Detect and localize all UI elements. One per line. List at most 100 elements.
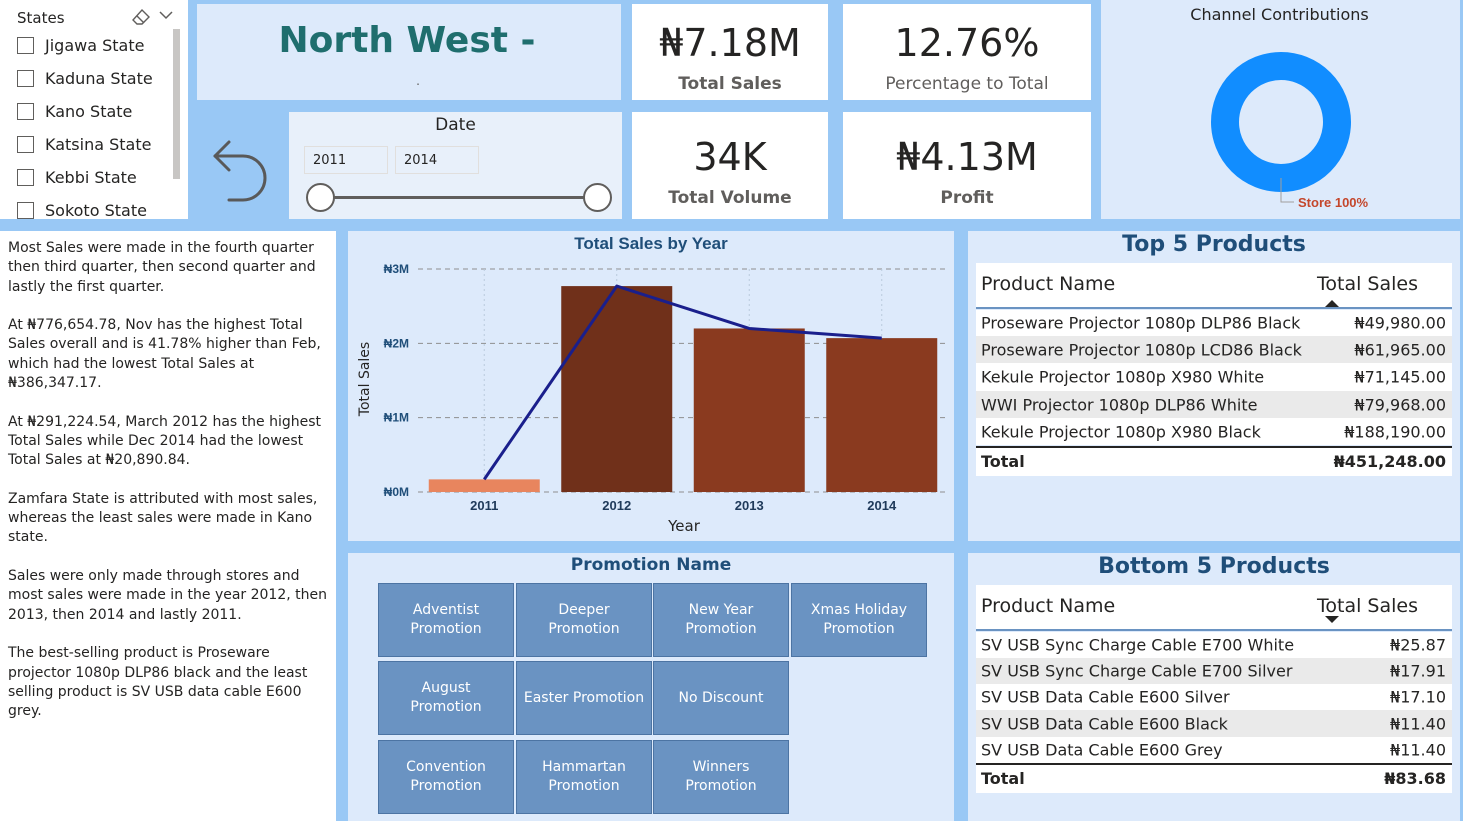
table-row[interactable]: SV USB Data Cable E600 Silver ₦17.10 [976, 684, 1452, 710]
table-row[interactable]: WWI Projector 1080p DLP86 White ₦79,968.0… [976, 391, 1452, 418]
date-start-input[interactable]: 2011 [304, 146, 388, 174]
total-volume-card: 34K Total Volume [632, 112, 828, 219]
checkbox[interactable] [17, 37, 34, 54]
promotion-button[interactable]: Convention Promotion [378, 740, 514, 814]
bar-2013[interactable] [693, 328, 805, 492]
state-label: Katsina State [45, 135, 152, 154]
x-tick-label: 2014 [867, 498, 897, 513]
promotion-button[interactable]: Deeper Promotion [516, 583, 652, 657]
donut-slice-label: Store 100% [1298, 195, 1369, 210]
product-sales: ₦61,965.00 [1354, 340, 1446, 359]
checkbox[interactable] [17, 136, 34, 153]
table-header: Product Name Total Sales [976, 585, 1452, 631]
checkbox[interactable] [17, 202, 34, 219]
promotion-button[interactable]: Adventist Promotion [378, 583, 514, 657]
table-total-row: Total ₦83.68 [976, 763, 1452, 793]
narrative-paragraph: At ₦291,224.54, March 2012 has the highe… [8, 413, 321, 469]
total-value: ₦83.68 [1384, 769, 1446, 788]
state-item[interactable]: Sokoto State [17, 194, 147, 219]
total-volume-label: Total Volume [668, 188, 792, 208]
state-item[interactable]: Katsina State [17, 128, 151, 161]
product-name: WWI Projector 1080p DLP86 White [981, 395, 1258, 414]
narrative-paragraph: Most Sales were made in the fourth quart… [8, 240, 316, 295]
percentage-card: 12.76% Percentage to Total [843, 4, 1091, 100]
table-row[interactable]: SV USB Data Cable E600 Grey ₦11.40 [976, 737, 1452, 763]
region-name: North West - [278, 20, 536, 61]
profit-card: ₦4.13M Profit [843, 112, 1091, 219]
chevron-down-icon[interactable] [158, 7, 174, 23]
product-sales: ₦17.10 [1390, 687, 1446, 707]
promotion-slicer: Promotion Name Adventist Promotion Deepe… [348, 553, 954, 821]
profit-value: ₦4.13M [896, 135, 1038, 179]
product-sales: ₦188,190.00 [1344, 422, 1446, 441]
state-item[interactable]: Jigawa State [17, 29, 144, 62]
product-sales: ₦79,968.00 [1354, 395, 1446, 414]
checkbox[interactable] [17, 103, 34, 120]
product-name: SV USB Data Cable E600 Grey [981, 740, 1223, 760]
checkbox[interactable] [17, 169, 34, 186]
state-label: Sokoto State [45, 201, 147, 219]
date-end-handle[interactable] [583, 183, 612, 212]
total-sales-card: ₦7.18M Total Sales [632, 4, 828, 100]
back-arrow-icon[interactable] [205, 128, 275, 203]
date-start-handle[interactable] [306, 183, 335, 212]
y-tick-label: ₦1M [384, 411, 409, 425]
product-name: Proseware Projector 1080p LCD86 Black [981, 340, 1302, 359]
date-range-track [320, 196, 598, 199]
bottom-5-products-table: Bottom 5 Products Product Name Total Sal… [968, 553, 1460, 821]
product-name: SV USB Sync Charge Cable E700 Silver [981, 661, 1293, 681]
scrollbar[interactable] [173, 29, 180, 179]
promotion-button[interactable]: Winners Promotion [653, 740, 789, 814]
table-row[interactable]: Kekule Projector 1080p X980 White ₦71,145… [976, 363, 1452, 391]
total-sales-label: Total Sales [678, 74, 782, 94]
table-row[interactable]: SV USB Sync Charge Cable E700 White ₦25.8… [976, 632, 1452, 658]
state-label: Kaduna State [45, 69, 153, 88]
date-end-input[interactable]: 2014 [395, 146, 479, 174]
product-sales: ₦11.40 [1390, 740, 1446, 760]
bar-2011[interactable] [428, 479, 540, 492]
promotion-button[interactable]: Easter Promotion [516, 661, 652, 735]
column-header-product[interactable]: Product Name [981, 273, 1115, 295]
column-header-total-sales[interactable]: Total Sales [1317, 595, 1418, 617]
product-sales: ₦17.91 [1390, 661, 1446, 681]
state-item[interactable]: Kaduna State [17, 62, 153, 95]
total-label: Total [981, 769, 1025, 788]
sort-ascending-icon[interactable] [1325, 300, 1339, 308]
product-sales: ₦49,980.00 [1354, 313, 1446, 333]
bar-2012[interactable] [561, 286, 673, 492]
y-tick-label: ₦3M [384, 262, 409, 276]
promotion-button[interactable]: August Promotion [378, 661, 514, 735]
table-row[interactable]: Kekule Projector 1080p X980 Black ₦188,19… [976, 418, 1452, 445]
table-row[interactable]: SV USB Data Cable E600 Black ₦11.40 [976, 710, 1452, 737]
date-slicer: Date 2011 2014 [289, 112, 622, 219]
date-slicer-title: Date [435, 115, 476, 135]
percentage-value: 12.76% [894, 21, 1040, 65]
promotion-button[interactable]: No Discount [653, 661, 789, 735]
states-slicer: States Jigawa State Kaduna State Kano St… [0, 0, 188, 219]
product-name: Kekule Projector 1080p X980 Black [981, 422, 1261, 441]
bar-2014[interactable] [826, 338, 938, 492]
chart-x-axis-label: Year [667, 517, 701, 535]
donut-slice-store[interactable] [1211, 52, 1351, 192]
table-row[interactable]: Proseware Projector 1080p LCD86 Black ₦61… [976, 336, 1452, 363]
sort-descending-icon[interactable] [1325, 616, 1339, 624]
trend-line[interactable] [483, 284, 882, 481]
eraser-icon[interactable] [131, 8, 151, 26]
table-row[interactable]: SV USB Sync Charge Cable E700 Silver ₦17.… [976, 658, 1452, 684]
profit-label: Profit [940, 188, 994, 208]
column-header-product[interactable]: Product Name [981, 595, 1115, 617]
table-row[interactable]: Proseware Projector 1080p DLP86 Black ₦49… [976, 310, 1452, 336]
channel-contributions-card: Channel Contributions Store 100% [1101, 0, 1460, 219]
total-sales-chart: Total Sales by Year Total Sales Year 201… [357, 234, 948, 535]
x-tick-label: 2011 [470, 498, 498, 513]
promotion-button[interactable]: Hammartan Promotion [516, 740, 652, 814]
total-sales-value: ₦7.18M [659, 21, 801, 65]
column-header-total-sales[interactable]: Total Sales [1317, 273, 1418, 295]
checkbox[interactable] [17, 70, 34, 87]
promotion-button[interactable]: New Year Promotion [653, 583, 789, 657]
state-item[interactable]: Kebbi State [17, 161, 137, 194]
state-item[interactable]: Kano State [17, 95, 132, 128]
promotion-button[interactable]: Xmas Holiday Promotion [791, 583, 927, 657]
bottom-5-title: Bottom 5 Products [1098, 554, 1330, 579]
total-label: Total [981, 452, 1025, 471]
